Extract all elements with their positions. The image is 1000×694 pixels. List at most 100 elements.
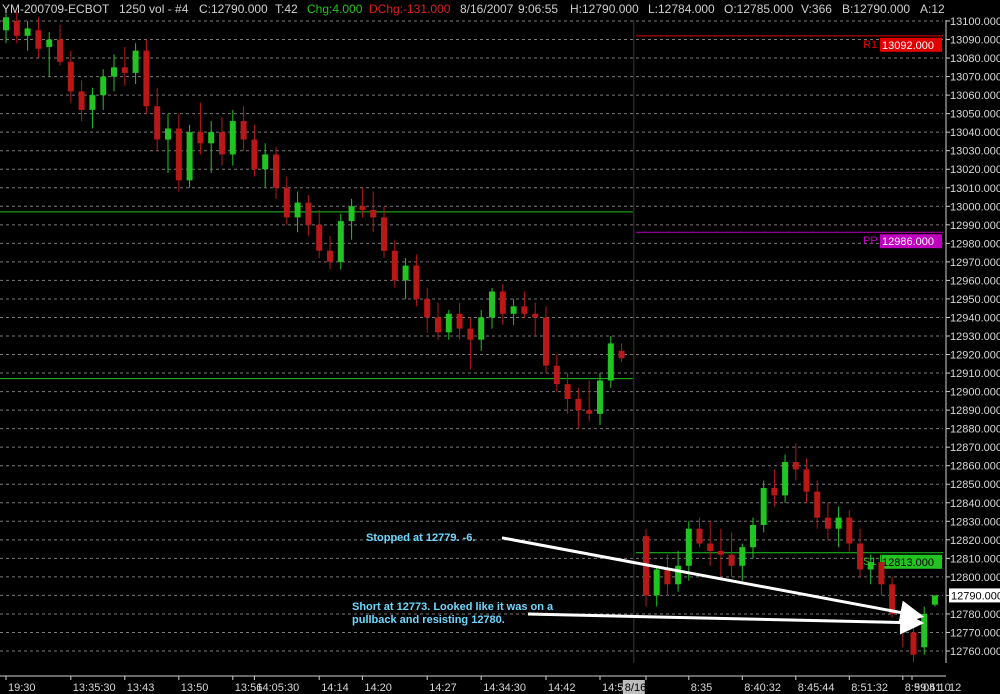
price-tick-label: 12990.000 — [950, 220, 1000, 232]
open-readout: O:12785.000 — [724, 2, 794, 16]
candle-body — [391, 250, 398, 281]
candle-body — [381, 217, 387, 251]
change-readout: Chg:4.000 — [307, 2, 363, 16]
candle-body — [89, 95, 96, 110]
level-name-r1: R1 — [863, 39, 877, 51]
candle-body — [857, 543, 863, 570]
price-tick-label: 13100.000 — [950, 16, 1000, 28]
candle-body — [143, 50, 150, 107]
candle-body — [402, 265, 409, 281]
price-tick-label: 12780.000 — [950, 609, 1000, 621]
time-tick-label: 8:40:32 — [744, 682, 781, 694]
ask-readout: A:12 — [920, 2, 945, 16]
candle — [186, 124, 193, 188]
candle-body — [618, 350, 625, 359]
time-axis: 19:30 13:35:30 13:43 13:50 13:5614:05:30 14:1… — [0, 663, 1000, 694]
candle-body — [219, 132, 225, 155]
price-tick-label: 12930.000 — [950, 331, 1000, 343]
candle-body — [782, 462, 789, 496]
time-tick-label: 14:20 — [364, 682, 392, 694]
candle-body — [521, 306, 528, 314]
time-tick-label: 8:45:44 — [798, 682, 835, 694]
price-tick-label: 13030.000 — [950, 146, 1000, 158]
candle-body — [607, 343, 614, 381]
candle-body — [760, 487, 767, 525]
candle-body — [35, 30, 42, 49]
candle-body — [67, 61, 74, 92]
time-tick-label: 8:35 — [691, 682, 712, 694]
stop-note-text: Stopped at 12779. -6. — [366, 532, 475, 544]
time-tick-label: 13:35:30 — [73, 682, 116, 694]
session-date-label: 8/16 — [625, 682, 646, 694]
candle-body — [499, 291, 506, 314]
volume-readout: V:366 — [801, 2, 832, 16]
candle-body — [273, 154, 279, 188]
candle-body — [283, 187, 290, 218]
candle-body — [262, 154, 269, 170]
price-tick-label: 12900.000 — [950, 387, 1000, 399]
chart-header: YM-200709-ECBOT 1250 vol - #4 C:12790.00… — [2, 2, 945, 16]
candle-body — [478, 317, 485, 340]
price-tick-label: 12760.000 — [950, 646, 1000, 658]
candle-body — [13, 21, 20, 36]
candle-body — [803, 469, 810, 492]
last-price-label: 12790.000 — [951, 590, 1000, 602]
low-readout: L:12784.000 — [648, 2, 715, 16]
time-tick-label: 19:30 — [8, 682, 36, 694]
candle-body — [564, 384, 571, 399]
price-tick-label: 13060.000 — [950, 90, 1000, 102]
level-name-pp: PP — [863, 235, 878, 247]
time-tick-label: 13:50 — [181, 682, 209, 694]
candle-body — [327, 250, 333, 262]
candle-body — [696, 528, 703, 544]
candle-body — [435, 317, 441, 333]
candle-body — [814, 491, 821, 518]
candle-body — [750, 525, 756, 548]
candle — [337, 213, 344, 270]
candle-body — [197, 132, 204, 144]
chart-background — [0, 0, 1000, 694]
candle-body — [510, 306, 517, 314]
candle-body — [717, 550, 724, 555]
price-tick-label: 12860.000 — [950, 461, 1000, 473]
candle-body — [100, 76, 107, 96]
candle-body — [532, 313, 539, 318]
price-tick-label: 13090.000 — [950, 35, 1000, 47]
candle-body — [543, 317, 549, 366]
level-value-s1: 12813.000 — [882, 557, 934, 569]
time-tick-label: 14:42 — [548, 682, 576, 694]
time-tick-label: 14:05:30 — [256, 682, 299, 694]
candle-body — [867, 562, 874, 570]
date-readout: 8/16/2007 — [460, 2, 514, 16]
candle-body — [154, 106, 161, 140]
candle-body — [707, 543, 714, 551]
candle-body — [424, 298, 431, 318]
candle-body — [413, 265, 420, 299]
tick-count-readout: T:42 — [275, 2, 298, 16]
high-readout: H:12790.000 — [570, 2, 639, 16]
time-tick-label: 8:51:32 — [851, 682, 888, 694]
candle-body — [294, 202, 301, 218]
price-tick-label: 13040.000 — [950, 127, 1000, 139]
price-tick-label: 13020.000 — [950, 164, 1000, 176]
price-tick-label: 12800.000 — [950, 572, 1000, 584]
candle-body — [685, 528, 692, 566]
candle — [760, 480, 767, 533]
price-tick-label: 12970.000 — [950, 257, 1000, 269]
price-chart[interactable]: YM-200709-ECBOT 1250 vol - #4 C:12790.00… — [0, 0, 1000, 694]
candle-body — [337, 221, 344, 262]
candle-body — [316, 224, 323, 251]
time-tick-label: 14:14 — [321, 682, 349, 694]
price-tick-label: 13080.000 — [950, 53, 1000, 65]
candle-body — [132, 50, 139, 73]
time-readout: 9:06:55 — [518, 2, 558, 16]
candle-body — [675, 565, 682, 585]
daily-change-readout: DChg:-131.000 — [369, 2, 451, 16]
candle-body — [46, 39, 53, 47]
candle-body — [739, 547, 746, 566]
price-axis-bottom-label: 12 — [949, 682, 961, 694]
candle — [643, 528, 649, 607]
candle-body — [251, 139, 258, 170]
candle-body — [878, 562, 885, 585]
price-tick-label: 12910.000 — [950, 368, 1000, 380]
